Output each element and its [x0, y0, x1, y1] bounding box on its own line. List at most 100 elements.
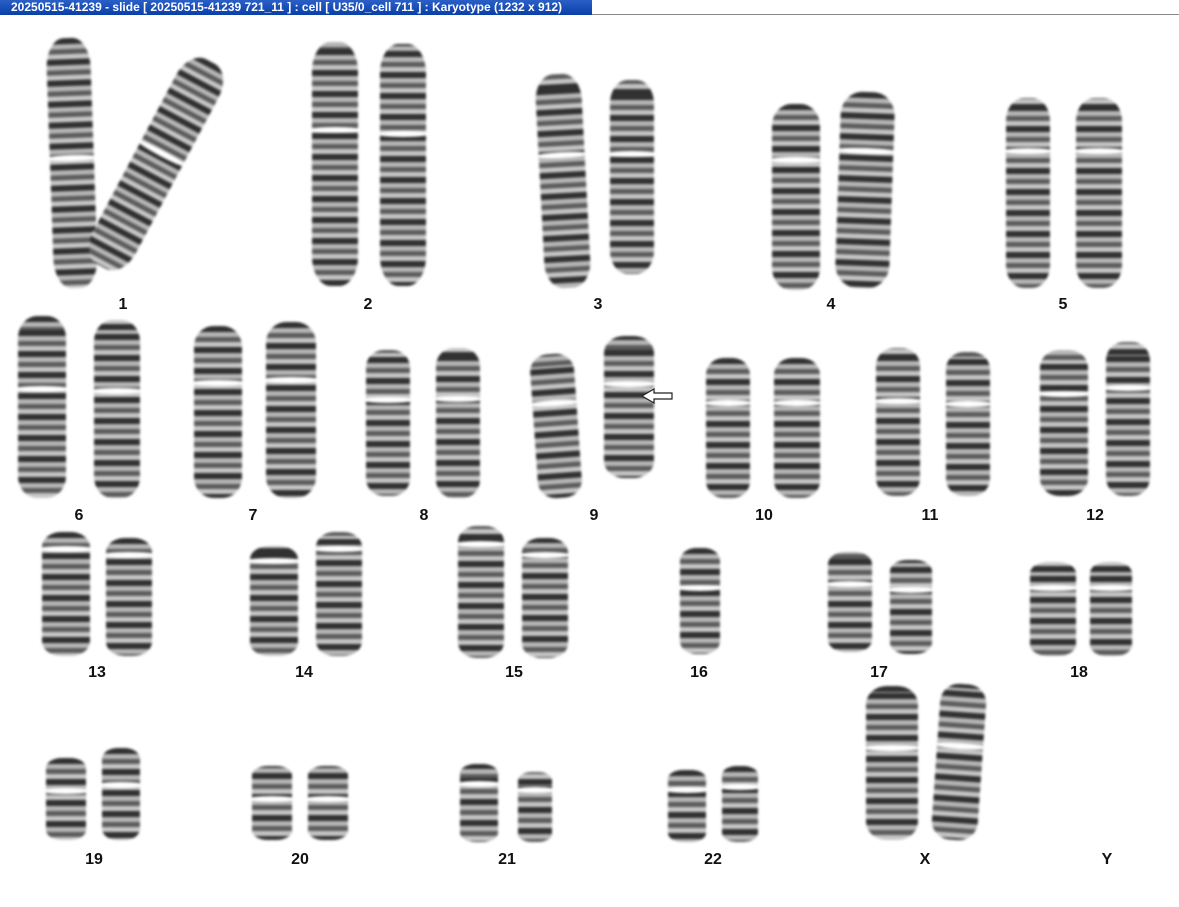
- chromosome-label-22: 22: [704, 851, 722, 868]
- chromosome-11-left[interactable]: [872, 348, 924, 496]
- title-divider: [592, 14, 1179, 15]
- chromosome-x-right[interactable]: [930, 682, 988, 842]
- chromosome-label-8: 8: [419, 507, 429, 524]
- centromere: [248, 796, 296, 803]
- chromosome-label-12: 12: [1086, 507, 1104, 524]
- centromere: [312, 546, 366, 553]
- chromosome-8-right[interactable]: [432, 348, 484, 498]
- chromosome-9-right[interactable]: [600, 336, 658, 478]
- centromere: [432, 396, 484, 402]
- centromere: [676, 585, 724, 592]
- chromosome-18-left[interactable]: [1026, 562, 1080, 656]
- chromosome-12-right[interactable]: [1102, 342, 1154, 496]
- centromere: [886, 587, 936, 594]
- chromosome-label-y: Y: [1101, 851, 1113, 868]
- centromere: [518, 551, 572, 558]
- centromere: [14, 385, 70, 392]
- chromosome-20-right[interactable]: [304, 766, 352, 840]
- chromosome-6-left[interactable]: [14, 316, 70, 498]
- chromosome-label-16: 16: [690, 664, 708, 681]
- centromere: [718, 784, 762, 791]
- chromosome-22-right[interactable]: [718, 766, 762, 842]
- chromosome-label-19: 19: [85, 851, 103, 868]
- centromere: [135, 137, 188, 170]
- chromosome-label-21: 21: [498, 851, 516, 868]
- centromere: [45, 154, 98, 162]
- chromosome-11-right[interactable]: [942, 352, 994, 496]
- centromere: [1102, 385, 1154, 392]
- chromosome-9-left[interactable]: [528, 352, 583, 500]
- chromosome-label-17: 17: [870, 664, 888, 681]
- centromere: [304, 796, 352, 803]
- centromere: [1026, 585, 1080, 592]
- arrow-icon: [640, 388, 673, 404]
- chromosome-22-left[interactable]: [664, 770, 710, 842]
- chromosome-label-11: 11: [921, 507, 939, 524]
- centromere: [42, 787, 90, 794]
- chromosome-label-6: 6: [74, 507, 84, 524]
- chromosome-5-right[interactable]: [1072, 98, 1126, 288]
- chromosome-label-1: 1: [118, 296, 128, 313]
- chromosome-3-left[interactable]: [534, 72, 592, 290]
- chromosome-label-3: 3: [593, 296, 603, 313]
- chromosome-12-left[interactable]: [1036, 350, 1092, 496]
- chromosome-6-right[interactable]: [90, 320, 144, 498]
- chromosome-label-5: 5: [1058, 296, 1068, 313]
- centromere: [872, 398, 924, 405]
- chromosome-7-left[interactable]: [190, 326, 246, 498]
- centromere: [190, 379, 246, 386]
- chromosome-7-right[interactable]: [262, 322, 320, 498]
- centromere: [362, 396, 414, 403]
- chromosome-1-right[interactable]: [80, 50, 232, 278]
- centromere: [98, 781, 144, 788]
- chromosome-17-left[interactable]: [824, 552, 876, 652]
- chromosome-17-right[interactable]: [886, 560, 936, 654]
- chromosome-label-2: 2: [363, 296, 373, 313]
- chromosome-label-10: 10: [755, 507, 773, 524]
- chromosome-5-left[interactable]: [1002, 98, 1054, 288]
- centromere: [942, 400, 994, 407]
- chromosome-10-right[interactable]: [770, 358, 824, 498]
- chromosome-10-left[interactable]: [702, 358, 754, 498]
- centromere: [1036, 390, 1092, 397]
- chromosome-label-13: 13: [88, 664, 106, 681]
- chromosome-2-left[interactable]: [308, 42, 362, 286]
- chromosome-21-left[interactable]: [456, 764, 502, 842]
- centromere: [606, 150, 658, 157]
- chromosome-14-right[interactable]: [312, 532, 366, 656]
- centromere: [1072, 148, 1126, 155]
- chromosome-13-right[interactable]: [102, 538, 156, 656]
- chromosome-4-right[interactable]: [834, 91, 898, 289]
- centromere: [102, 551, 156, 558]
- chromosome-8-left[interactable]: [362, 350, 414, 496]
- chromosome-20-left[interactable]: [248, 766, 296, 840]
- chromosome-15-right[interactable]: [518, 538, 572, 658]
- chromosome-label-15: 15: [505, 664, 523, 681]
- centromere: [454, 541, 508, 548]
- chromosome-13-left[interactable]: [38, 532, 94, 656]
- chromosome-19-right[interactable]: [98, 748, 144, 840]
- centromere: [456, 780, 502, 787]
- chromosome-21-right[interactable]: [514, 772, 556, 842]
- chromosome-label-7: 7: [248, 507, 258, 524]
- chromosome-4-left[interactable]: [768, 104, 824, 290]
- centromere: [824, 581, 876, 587]
- chromosome-label-18: 18: [1070, 664, 1088, 681]
- chromosome-label-14: 14: [295, 664, 313, 681]
- window-title: 20250515-41239 - slide [ 20250515-41239 …: [0, 0, 592, 15]
- chromosome-label-9: 9: [589, 507, 599, 524]
- chromosome-19-left[interactable]: [42, 758, 90, 840]
- chromosome-18-right[interactable]: [1086, 562, 1136, 656]
- chromosome-3-right[interactable]: [606, 80, 658, 274]
- centromere: [262, 377, 320, 384]
- chromosome-15-left[interactable]: [454, 526, 508, 658]
- centromere: [835, 146, 898, 155]
- chromosome-16-left[interactable]: [676, 548, 724, 654]
- chromosome-2-right[interactable]: [376, 44, 430, 286]
- chromosome-14-left[interactable]: [246, 546, 302, 656]
- centromere: [768, 156, 824, 163]
- chromosome-x-left[interactable]: [862, 686, 922, 840]
- chromosome-label-20: 20: [291, 851, 309, 868]
- centromere: [90, 388, 144, 395]
- centromere: [1002, 148, 1054, 155]
